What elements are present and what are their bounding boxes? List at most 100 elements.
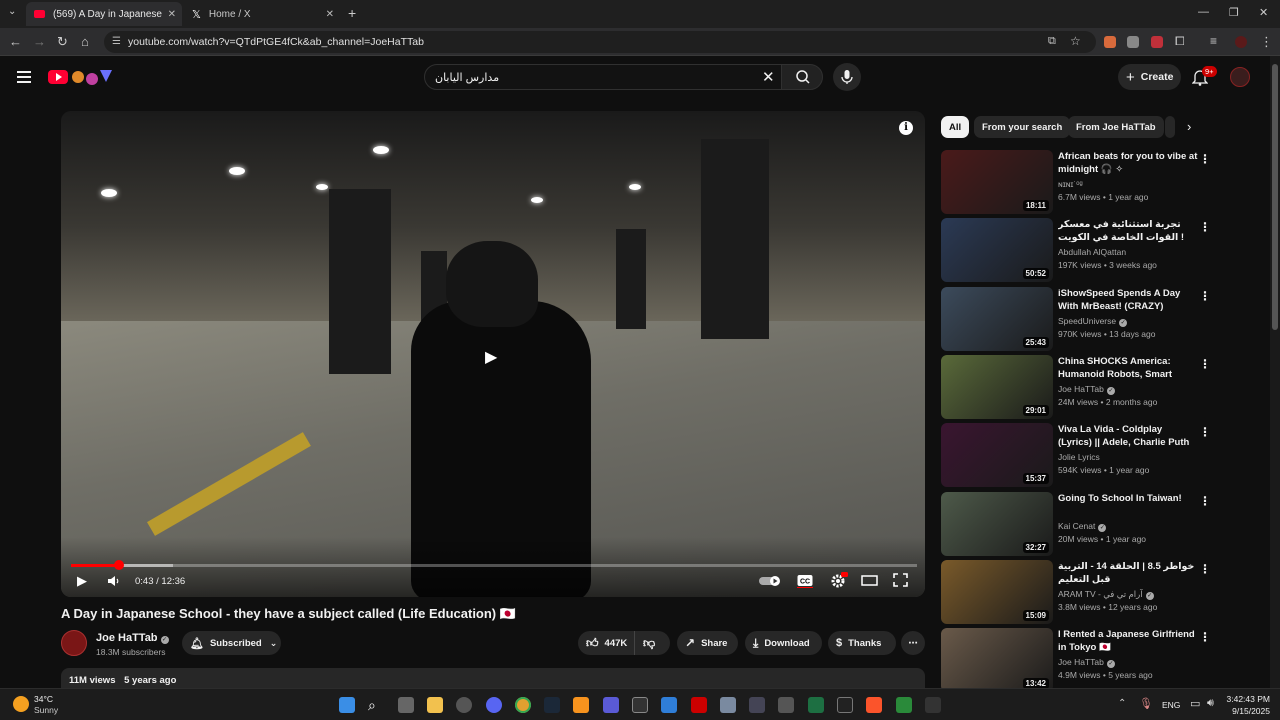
recommendation-channel[interactable]: Abdullah AlQattan: [1058, 247, 1126, 257]
input-language[interactable]: ENG: [1162, 700, 1180, 710]
recommendation-channel[interactable]: Joe HaTTab ✓: [1058, 384, 1115, 395]
bookmark-star-icon[interactable]: ☆: [1070, 34, 1081, 48]
recommendation-title[interactable]: خواطر 8.5 | الحلقة 14 - التربية قبل التع…: [1058, 560, 1198, 586]
share-button[interactable]: ↗ Share: [677, 631, 738, 655]
tab-search-icon[interactable]: ⌄: [8, 6, 16, 17]
recommendation-title[interactable]: Going To School In Taiwan!: [1058, 492, 1198, 505]
microphone-icon[interactable]: 🎙︎: [1139, 697, 1153, 710]
more-vertical-icon[interactable]: ⋮: [1199, 630, 1211, 644]
more-vertical-icon[interactable]: ⋮: [1199, 289, 1211, 303]
video-thumbnail[interactable]: 32:27: [941, 492, 1053, 556]
download-button[interactable]: ⤓ Download: [745, 631, 822, 655]
app-icon[interactable]: [925, 697, 941, 713]
epic-games-icon[interactable]: [837, 697, 853, 713]
app-icon[interactable]: [573, 697, 589, 713]
chip-from-channel[interactable]: From Joe HaTTab: [1068, 116, 1164, 138]
recommendation-title[interactable]: I Rented a Japanese Girlfriend in Tokyo …: [1058, 628, 1198, 654]
app-icon[interactable]: [456, 697, 472, 713]
recommendation-channel[interactable]: ɴɪɴɪ˙ᵒᵍ: [1058, 179, 1083, 189]
volume-icon[interactable]: [107, 575, 121, 587]
menu-icon[interactable]: [17, 71, 31, 86]
settings-gear-icon[interactable]: [830, 572, 848, 588]
tab-youtube[interactable]: (569) A Day in Japanese School - ✕: [26, 2, 182, 26]
recommendation-channel[interactable]: Kai Cenat ✓: [1058, 521, 1107, 532]
clock-time[interactable]: 3:42:43 PM: [1226, 694, 1270, 704]
page-scrollbar[interactable]: [1270, 56, 1280, 688]
recommendation-item[interactable]: 50:52 تجربة استثنائية في معسكر القوات الخ…: [941, 218, 1261, 282]
excel-icon[interactable]: [808, 697, 824, 713]
video-thumbnail[interactable]: 18:11: [941, 150, 1053, 214]
recommendation-item[interactable]: 18:11 African beats for you to vibe at mi…: [941, 150, 1261, 214]
recommendation-title[interactable]: African beats for you to vibe at midnigh…: [1058, 150, 1198, 176]
video-thumbnail[interactable]: 25:43: [941, 287, 1053, 351]
recommendation-title[interactable]: China SHOCKS America: Humanoid Robots, S…: [1058, 355, 1198, 382]
chip-next-partial[interactable]: [1165, 116, 1175, 138]
recommendation-title[interactable]: تجربة استثنائية في معسكر القوات الخاصة ف…: [1058, 218, 1198, 244]
clock-date[interactable]: 9/15/2025: [1226, 706, 1270, 716]
recommendation-item[interactable]: 15:09 خواطر 8.5 | الحلقة 14 - التربية قبل…: [941, 560, 1261, 624]
thanks-button[interactable]: $ Thanks: [828, 631, 896, 655]
more-vertical-icon[interactable]: ⋮: [1199, 494, 1211, 508]
voice-search-button[interactable]: [833, 63, 861, 91]
center-play-icon[interactable]: ▶: [485, 347, 497, 367]
video-thumbnail[interactable]: 15:09: [941, 560, 1053, 624]
network-icon[interactable]: ▭: [1190, 697, 1200, 710]
app-icon[interactable]: [603, 697, 619, 713]
app-icon[interactable]: [749, 697, 765, 713]
brave-icon[interactable]: [866, 697, 882, 713]
more-vertical-icon[interactable]: ⋮: [1199, 152, 1211, 166]
back-icon[interactable]: ←: [9, 34, 22, 49]
thumbs-down-icon[interactable]: 👎︎: [643, 636, 655, 651]
video-thumbnail[interactable]: 13:42: [941, 628, 1053, 692]
profile-avatar[interactable]: [1235, 36, 1247, 48]
speaker-icon[interactable]: 🔊︎: [1207, 697, 1214, 710]
app-icon[interactable]: [778, 697, 794, 713]
search-button[interactable]: [781, 64, 823, 90]
chip-from-search[interactable]: From your search: [974, 116, 1071, 138]
recommendation-item[interactable]: 13:42 I Rented a Japanese Girlfriend in T…: [941, 628, 1261, 692]
tray-overflow-icon[interactable]: ⌃: [1118, 698, 1126, 709]
recommendation-item[interactable]: 25:43 iShowSpeed Spends A Day With MrBeas…: [941, 287, 1261, 351]
chip-all[interactable]: All: [941, 116, 970, 138]
more-actions-button[interactable]: ⋯: [901, 631, 925, 655]
progress-bar[interactable]: [71, 560, 917, 570]
recommendation-channel[interactable]: Jolie Lyrics: [1058, 452, 1100, 462]
restore-icon[interactable]: ❐: [1229, 6, 1239, 19]
close-tab-icon[interactable]: ✕: [326, 9, 334, 20]
subscribed-button[interactable]: 🔔︎ Subscribed ⌄: [182, 631, 281, 655]
browser-menu-icon[interactable]: ⋮: [1260, 34, 1273, 50]
account-avatar[interactable]: [1230, 67, 1250, 87]
like-button[interactable]: 👍︎ 447K: [578, 631, 635, 655]
chevron-right-icon[interactable]: ›: [1187, 119, 1191, 134]
install-app-icon[interactable]: ⧉: [1048, 35, 1056, 48]
channel-name[interactable]: Joe HaTTab ✓: [96, 632, 169, 644]
close-window-icon[interactable]: ✕: [1259, 6, 1268, 19]
url-field[interactable]: ☰ youtube.com/watch?v=QTdPtGE4fCk&ab_cha…: [104, 31, 1096, 53]
clear-search-icon[interactable]: ✕: [762, 68, 775, 86]
more-vertical-icon[interactable]: ⋮: [1199, 425, 1211, 439]
theater-mode-icon[interactable]: [861, 575, 878, 586]
extension-icon[interactable]: [1151, 36, 1163, 48]
media-controls-icon[interactable]: ≡: [1210, 34, 1217, 48]
recommendation-item[interactable]: 32:27 Going To School In Taiwan! Kai Cenat…: [941, 492, 1261, 556]
recommendation-title[interactable]: Viva La Vida - Coldplay (Lyrics) || Adel…: [1058, 423, 1198, 450]
info-icon[interactable]: i: [899, 121, 913, 135]
recommendation-item[interactable]: 15:37 Viva La Vida - Coldplay (Lyrics) ||…: [941, 423, 1261, 487]
video-thumbnail[interactable]: 50:52: [941, 218, 1053, 282]
recommendation-channel[interactable]: Joe HaTTab ✓: [1058, 657, 1115, 668]
extensions-puzzle-icon[interactable]: ⧠: [1175, 34, 1185, 49]
video-thumbnail[interactable]: 15:37: [941, 423, 1053, 487]
netflix-icon[interactable]: [691, 697, 707, 713]
more-vertical-icon[interactable]: ⋮: [1199, 357, 1211, 371]
autoplay-toggle[interactable]: [759, 574, 783, 588]
discord-icon[interactable]: [486, 697, 502, 713]
close-tab-icon[interactable]: ✕: [168, 9, 176, 20]
scrollbar-thumb[interactable]: [1272, 64, 1278, 330]
minimize-icon[interactable]: —: [1198, 6, 1209, 18]
app-icon[interactable]: [896, 697, 912, 713]
youtube-logo[interactable]: [48, 68, 114, 86]
app-icon[interactable]: [661, 697, 677, 713]
settings-icon[interactable]: [720, 697, 736, 713]
shield-icon[interactable]: [1127, 36, 1139, 48]
app-icon[interactable]: [632, 697, 648, 713]
